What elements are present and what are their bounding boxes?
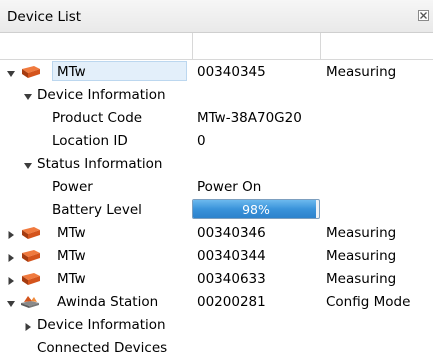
group-label: Device Information [37, 317, 166, 333]
expanded-arrow-icon[interactable] [23, 90, 33, 100]
collapsed-arrow-icon[interactable] [6, 228, 16, 239]
battery-level-bar: 98% [192, 199, 320, 219]
mtw-sensor-icon [19, 65, 41, 79]
property-label: Product Code [52, 110, 143, 126]
column-header-id[interactable] [193, 33, 321, 59]
device-id: 00200281 [197, 294, 266, 310]
collapsed-arrow-icon[interactable] [23, 320, 33, 331]
property-row[interactable]: Product Code MTw-38A70G20 [0, 106, 433, 129]
device-status: Measuring [326, 271, 397, 287]
mtw-sensor-icon [19, 226, 41, 240]
collapsed-arrow-icon[interactable] [6, 251, 16, 262]
expanded-arrow-icon[interactable] [23, 159, 33, 169]
group-label: Status Information [37, 156, 163, 172]
property-row[interactable]: Power Power On [0, 175, 433, 198]
collapsed-arrow-icon[interactable] [6, 274, 16, 285]
device-status: Measuring [326, 64, 397, 80]
property-value: Power On [197, 179, 262, 195]
device-id: 00340633 [197, 271, 266, 287]
device-status: Config Mode [326, 294, 411, 310]
device-id: 00340344 [197, 248, 266, 264]
device-name: MTw [57, 225, 86, 241]
group-row[interactable]: Device Information [0, 83, 433, 106]
property-row[interactable]: Battery Level 98% [0, 198, 433, 221]
device-row[interactable]: Awinda Station 00200281 Config Mode [0, 290, 433, 313]
property-label: Location ID [52, 133, 128, 149]
device-name: MTw [57, 64, 86, 80]
group-row[interactable]: Device Information [0, 313, 433, 336]
group-row[interactable]: Status Information [0, 152, 433, 175]
device-status: Measuring [326, 248, 397, 264]
expanded-arrow-icon[interactable] [6, 297, 16, 307]
device-row[interactable]: MTw 00340346 Measuring [0, 221, 433, 244]
mtw-sensor-icon [19, 249, 41, 263]
device-status: Measuring [326, 225, 397, 241]
property-label: Battery Level [52, 202, 142, 218]
column-header [0, 33, 433, 60]
property-row[interactable]: Location ID 0 [0, 129, 433, 152]
column-header-status[interactable] [321, 33, 433, 59]
property-value: MTw-38A70G20 [197, 110, 302, 126]
mtw-sensor-icon [19, 272, 41, 286]
property-label: Power [52, 179, 93, 195]
device-row[interactable]: MTw 00340344 Measuring [0, 244, 433, 267]
device-id: 00340345 [197, 64, 266, 80]
device-row[interactable]: MTw 00340633 Measuring [0, 267, 433, 290]
awinda-station-icon [19, 295, 41, 309]
close-icon[interactable] [418, 10, 429, 21]
battery-level-text: 98% [242, 202, 270, 217]
panel-title: Device List [7, 9, 82, 25]
device-name: MTw [57, 248, 86, 264]
device-name: MTw [57, 271, 86, 287]
device-list-titlebar: Device List [0, 0, 433, 33]
tree-item-label: Connected Devices [37, 340, 168, 356]
expanded-arrow-icon[interactable] [6, 67, 16, 77]
property-row[interactable]: Connected Devices [0, 336, 433, 359]
device-id: 00340346 [197, 225, 266, 241]
property-value: 0 [197, 133, 206, 149]
column-header-name[interactable] [0, 33, 193, 59]
device-name: Awinda Station [57, 294, 159, 310]
group-label: Device Information [37, 87, 166, 103]
device-row[interactable]: MTw 00340345 Measuring [0, 60, 433, 83]
